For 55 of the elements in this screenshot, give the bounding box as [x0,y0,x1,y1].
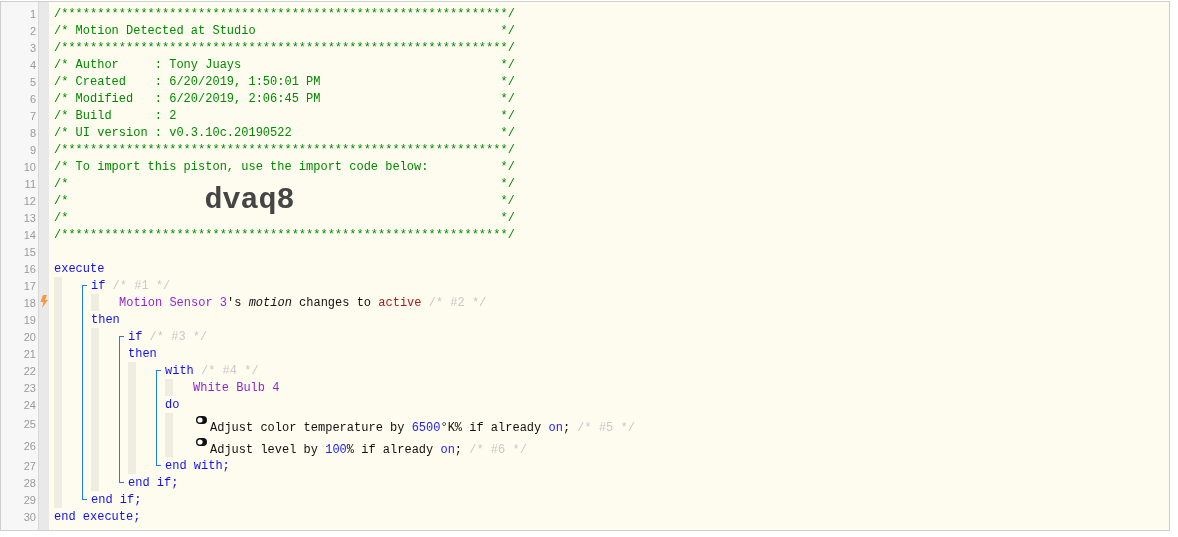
line-number: 14 [23,228,37,241]
line-number: 19 [23,313,37,326]
comment-line: /**************************************************************/ [54,142,515,157]
code-line: execute [54,261,105,276]
line-number: 20 [23,330,37,343]
comment-line: /**************************************************************/ [54,6,515,21]
line-number: 16 [23,262,37,275]
comment-text: /* [54,193,69,208]
line-number: 22 [23,364,37,377]
code-line: White Bulb 4 [193,380,280,395]
line-number: 26 [23,440,37,452]
line-number: 4 [29,58,37,71]
line-number: 23 [23,381,37,394]
comment-text: */ [500,193,515,208]
line-number: 3 [29,41,37,54]
line-number: 13 [23,211,37,224]
comment-line: /* UI version : v0.3.10c.20190522 */ [54,125,515,140]
comment-line: /**************************************************************/ [54,227,515,242]
toggle-icon [196,416,207,424]
code-line: then [91,312,120,327]
line-number: 8 [29,126,37,139]
code-line: end if; [91,492,142,507]
line-number: 5 [29,75,37,88]
code-line: end execute; [54,509,141,524]
code-line: do [165,397,180,412]
line-number: 6 [29,92,37,105]
code-line: end if; [128,475,179,490]
line-number: 15 [23,245,37,258]
comment-line: /* Build : 2 */ [54,108,515,123]
line-number: 25 [23,418,37,430]
line-number: 21 [23,347,37,360]
line-number: 27 [23,459,37,472]
line-number: 11 [24,177,37,190]
comment-line: /* Created : 6/20/2019, 1:50:01 PM */ [54,74,515,89]
code-line: then [128,346,157,361]
comment-line: /**************************************************************/ [54,40,515,55]
line-number: 17 [23,279,37,292]
comment-line: /* Author : Tony Juays */ [54,57,515,72]
line-number: 18 [23,297,37,309]
line-number: 2 [29,24,37,37]
line-number: 30 [23,510,37,523]
line-number: 24 [23,398,37,411]
line-number: 7 [29,109,37,122]
line-number: 12 [23,194,37,207]
comment-line: /* To import this piston, use the import code below: */ [54,159,515,174]
line-number: 28 [23,476,37,489]
line-number: 29 [23,493,37,506]
comment-line: /* Motion Detected at Studio */ [54,23,515,38]
lightning-icon [40,295,48,308]
toggle-icon [196,438,207,446]
line-number: 1 [29,7,37,20]
comment-line: /* Modified : 6/20/2019, 2:06:45 PM */ [54,91,515,106]
code-line: end with; [165,458,230,473]
line-number: 9 [29,143,37,156]
line-number: 10 [23,160,37,173]
